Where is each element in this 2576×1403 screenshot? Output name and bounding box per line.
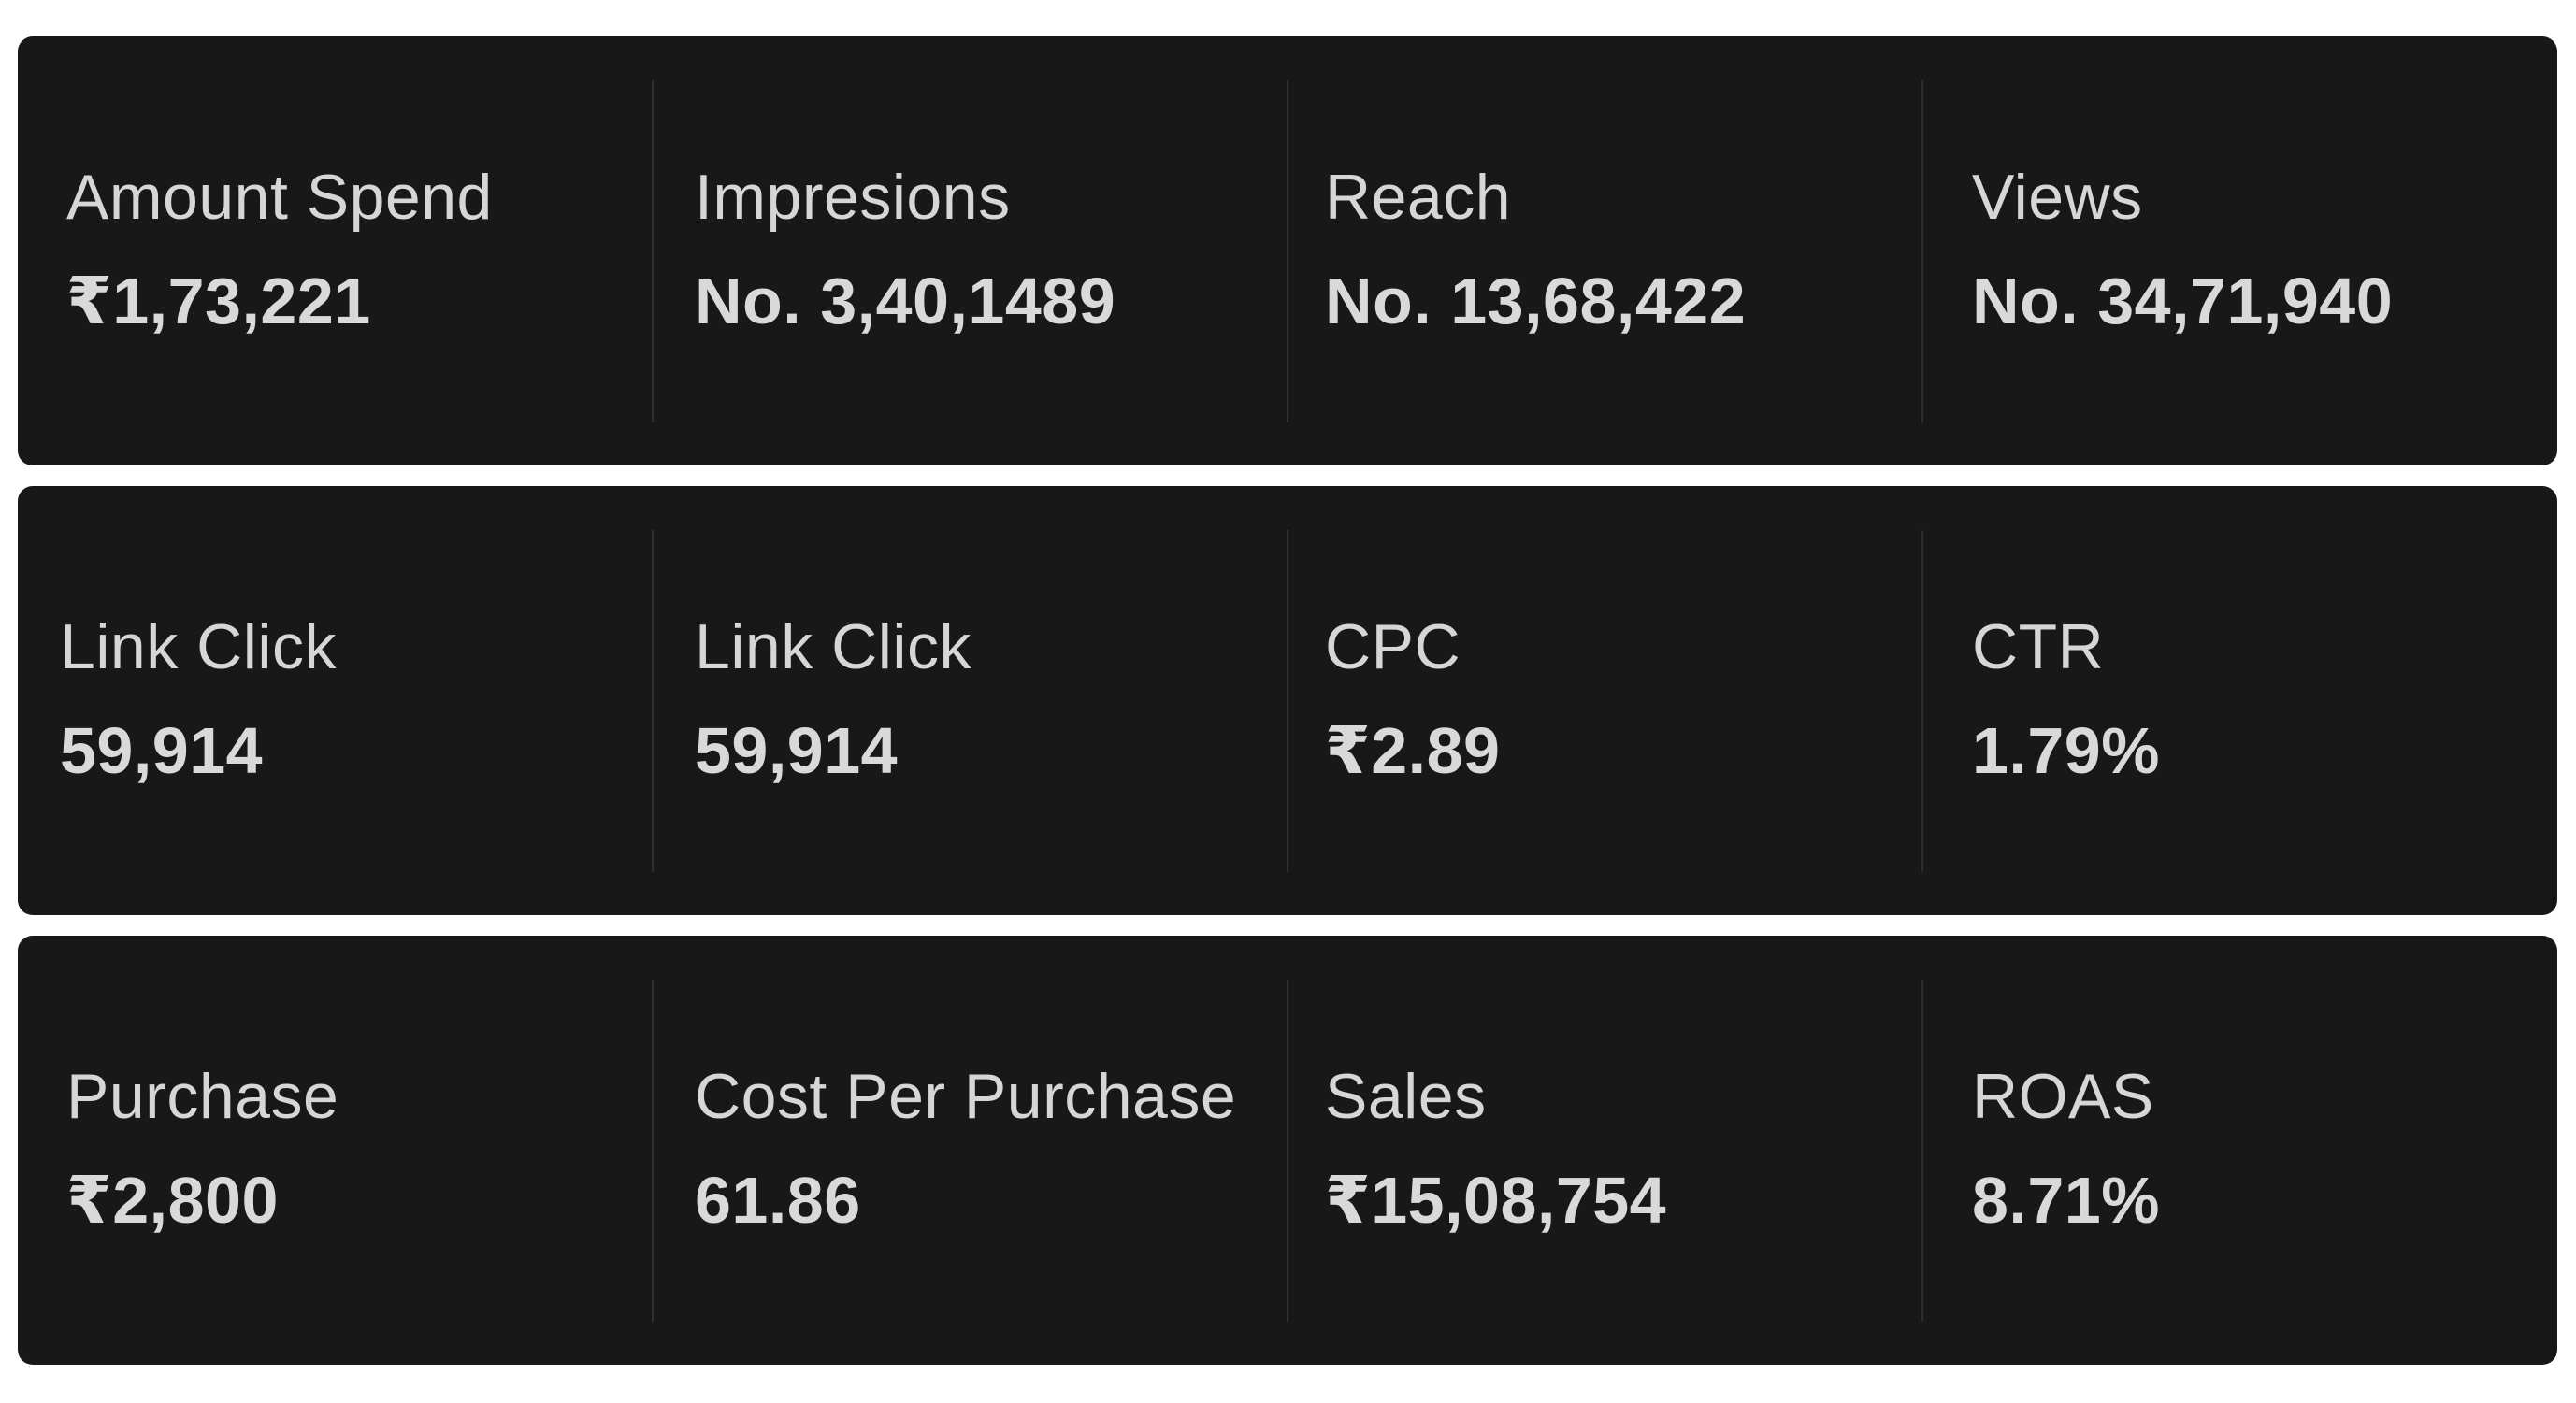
metric-label: Purchase <box>66 1061 339 1132</box>
column-divider <box>1287 80 1288 422</box>
column-divider <box>652 80 654 422</box>
metric-label: Link Click <box>695 611 971 682</box>
metric-value: ₹1,73,221 <box>66 265 371 337</box>
metric-label: CTR <box>1972 611 2105 682</box>
metric-label: CPC <box>1325 611 1461 682</box>
metric-label: Views <box>1972 162 2143 233</box>
metric-label: Amount Spend <box>66 162 493 233</box>
column-divider <box>652 530 654 872</box>
column-divider <box>1921 530 1923 872</box>
metric-value: 59,914 <box>60 714 264 787</box>
metric-label: Cost Per Purchase <box>695 1061 1237 1132</box>
metric-label: Sales <box>1325 1061 1487 1132</box>
column-divider <box>1921 980 1923 1322</box>
metric-label: Reach <box>1325 162 1512 233</box>
metric-label: Link Click <box>60 611 337 682</box>
metric-value: 61.86 <box>695 1164 861 1237</box>
metric-label: Impresions <box>695 162 1011 233</box>
column-divider <box>1921 80 1923 422</box>
metrics-card-row-2: Link Click 59,914 Link Click 59,914 CPC … <box>18 486 2557 915</box>
metric-value: ₹2.89 <box>1325 714 1501 787</box>
metric-value: 8.71% <box>1972 1164 2160 1237</box>
column-divider <box>652 980 654 1322</box>
metric-value: ₹2,800 <box>66 1164 279 1237</box>
metric-value: No. 34,71,940 <box>1972 265 2394 337</box>
metric-label: ROAS <box>1972 1061 2154 1132</box>
metric-value: No. 13,68,422 <box>1325 265 1747 337</box>
column-divider <box>1287 530 1288 872</box>
metrics-card-row-1: Amount Spend ₹1,73,221 Impresions No. 3,… <box>18 36 2557 465</box>
metric-value: 1.79% <box>1972 714 2160 787</box>
metrics-card-row-3: Purchase ₹2,800 Cost Per Purchase 61.86 … <box>18 936 2557 1365</box>
column-divider <box>1287 980 1288 1322</box>
metric-value: 59,914 <box>695 714 899 787</box>
metric-value: No. 3,40,1489 <box>695 265 1116 337</box>
metric-value: ₹15,08,754 <box>1325 1164 1667 1237</box>
